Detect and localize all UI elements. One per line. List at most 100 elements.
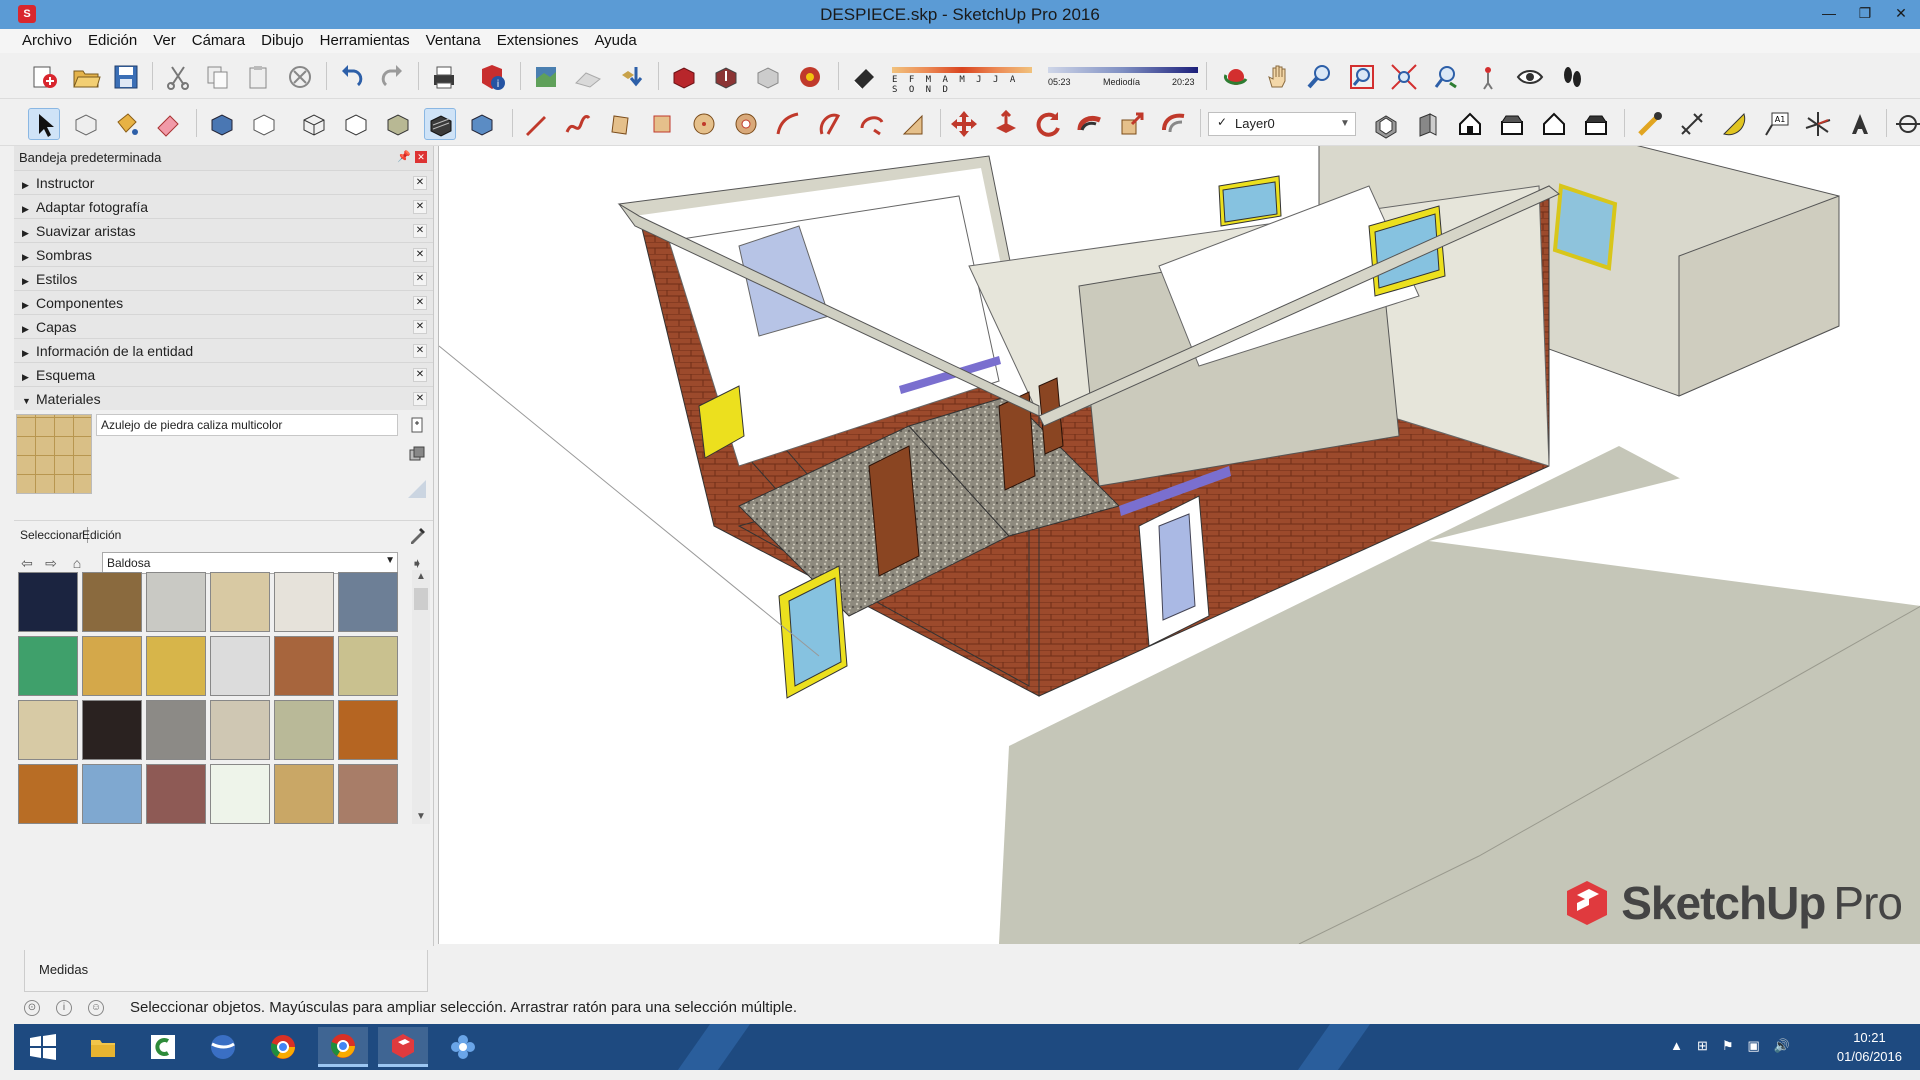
shadows-toggle-icon[interactable] — [848, 61, 880, 93]
warehouse-icon[interactable] — [752, 61, 784, 93]
back-arrow-icon[interactable]: ⇦ — [18, 554, 36, 572]
move-icon[interactable] — [948, 108, 980, 140]
panel-adaptar-fotografia[interactable]: ▶ Adaptar fotografía ✕ — [14, 194, 433, 218]
polygon-icon[interactable] — [730, 108, 762, 140]
look-around-icon[interactable] — [1514, 61, 1546, 93]
position-camera-icon[interactable] — [1472, 61, 1504, 93]
material-swatch[interactable] — [210, 636, 270, 696]
open-folder-icon[interactable] — [70, 61, 102, 93]
menu-camara[interactable]: Cámara — [184, 29, 253, 53]
tab-edicion[interactable]: Edición — [78, 527, 125, 543]
arc-icon[interactable] — [772, 108, 804, 140]
sample-paint-icon[interactable] — [406, 478, 428, 500]
camtasia-icon[interactable] — [138, 1027, 188, 1067]
close-panel-icon[interactable]: ✕ — [413, 320, 427, 334]
paint-bucket-icon[interactable] — [110, 108, 142, 140]
rotate-icon[interactable] — [1032, 108, 1064, 140]
walk-icon[interactable] — [1556, 61, 1588, 93]
material-swatch[interactable] — [338, 572, 398, 632]
sketchup-taskbar-icon[interactable] — [378, 1027, 428, 1067]
close-button[interactable]: ✕ — [1890, 2, 1912, 24]
three-point-arc-icon[interactable] — [856, 108, 888, 140]
material-preview[interactable] — [16, 414, 92, 494]
chevron-down-icon[interactable]: ▼ — [1337, 115, 1353, 133]
menu-extensiones[interactable]: Extensiones — [489, 29, 587, 53]
menu-edicion[interactable]: Edición — [80, 29, 145, 53]
close-panel-icon[interactable]: ✕ — [413, 272, 427, 286]
close-panel-icon[interactable]: ✕ — [413, 368, 427, 382]
select-arrow-icon[interactable] — [28, 108, 60, 140]
text-tool-icon[interactable]: A1 — [1760, 108, 1792, 140]
shadow-month-slider[interactable]: E F M A M J J A S O N D — [892, 65, 1032, 95]
scroll-down-icon[interactable]: ▼ — [412, 810, 430, 824]
menu-ayuda[interactable]: Ayuda — [586, 29, 644, 53]
shaded-icon[interactable] — [382, 108, 414, 140]
material-swatch[interactable] — [274, 572, 334, 632]
make-component-icon[interactable] — [70, 108, 102, 140]
menu-herramientas[interactable]: Herramientas — [312, 29, 418, 53]
material-swatch[interactable] — [274, 700, 334, 760]
dimension-icon[interactable] — [1676, 108, 1708, 140]
close-panel-icon[interactable]: ✕ — [413, 344, 427, 358]
eyedropper-icon[interactable] — [408, 525, 428, 545]
material-swatch[interactable] — [18, 700, 78, 760]
material-swatch[interactable] — [338, 700, 398, 760]
tab-seleccionar[interactable]: Seleccionar — [16, 527, 88, 543]
panel-capas[interactable]: ▶ Capas ✕ — [14, 314, 433, 338]
display-secondary-icon[interactable] — [406, 444, 428, 466]
menu-ver[interactable]: Ver — [145, 29, 184, 53]
user-icon[interactable]: ☺ — [88, 1000, 104, 1016]
menu-dibujo[interactable]: Dibujo — [253, 29, 312, 53]
material-swatch[interactable] — [18, 764, 78, 824]
extension-warehouse-icon[interactable] — [794, 61, 826, 93]
material-swatch[interactable] — [82, 572, 142, 632]
menu-archivo[interactable]: Archivo — [14, 29, 80, 53]
line-pencil-icon[interactable] — [520, 108, 552, 140]
close-panel-icon[interactable]: ✕ — [413, 200, 427, 214]
freehand-icon[interactable] — [562, 108, 594, 140]
model-info-icon[interactable]: i — [476, 61, 508, 93]
material-swatch[interactable] — [18, 572, 78, 632]
forward-arrow-icon[interactable]: ⇨ — [42, 554, 60, 572]
get-models-icon[interactable] — [614, 61, 646, 93]
erase-selection-icon[interactable] — [284, 61, 316, 93]
zoom-extents-icon[interactable] — [1388, 61, 1420, 93]
material-name-field[interactable]: Azulejo de piedra caliza multicolor — [96, 414, 398, 436]
close-panel-icon[interactable]: ✕ — [413, 296, 427, 310]
close-tray-icon[interactable]: ✕ — [415, 151, 427, 163]
show-hidden-icons-icon[interactable]: ▲ — [1670, 1038, 1683, 1054]
material-swatch[interactable] — [82, 700, 142, 760]
flower-app-icon[interactable] — [438, 1027, 488, 1067]
material-swatch[interactable] — [274, 764, 334, 824]
minimize-button[interactable]: — — [1818, 2, 1840, 24]
cut-icon[interactable] — [162, 61, 194, 93]
file-explorer-icon[interactable] — [78, 1027, 128, 1067]
copy-icon[interactable] — [202, 61, 234, 93]
material-swatch[interactable] — [210, 764, 270, 824]
3d-text-icon[interactable] — [1844, 108, 1876, 140]
section-plane-icon[interactable] — [1892, 108, 1920, 140]
previous-view-icon[interactable] — [1430, 61, 1462, 93]
shaded-textures-icon[interactable] — [424, 108, 456, 140]
xray-style-icon[interactable] — [206, 108, 238, 140]
panel-sombras[interactable]: ▶ Sombras ✕ — [14, 242, 433, 266]
follow-me-icon[interactable] — [1074, 108, 1106, 140]
windows-start-icon[interactable] — [18, 1027, 68, 1067]
layer-select[interactable]: ✓ Layer0 ▼ — [1208, 112, 1356, 136]
monochrome-icon[interactable] — [466, 108, 498, 140]
shadow-time-slider[interactable]: 05:23 Mediodía 20:23 — [1048, 65, 1198, 91]
protractor-icon[interactable] — [1718, 108, 1750, 140]
two-point-arc-icon[interactable] — [814, 108, 846, 140]
material-swatch[interactable] — [82, 636, 142, 696]
undo-icon[interactable] — [336, 61, 368, 93]
pan-hand-icon[interactable] — [1262, 61, 1294, 93]
credits-icon[interactable]: i — [56, 1000, 72, 1016]
material-swatch[interactable] — [274, 636, 334, 696]
home-icon[interactable]: ⌂ — [68, 554, 86, 572]
save-icon[interactable] — [110, 61, 142, 93]
windows-flag-icon[interactable]: ⊞ — [1697, 1038, 1708, 1054]
push-pull-icon[interactable] — [990, 108, 1022, 140]
restore-button[interactable]: ❐ — [1854, 2, 1876, 24]
material-swatch[interactable] — [146, 764, 206, 824]
new-file-icon[interactable] — [28, 61, 60, 93]
